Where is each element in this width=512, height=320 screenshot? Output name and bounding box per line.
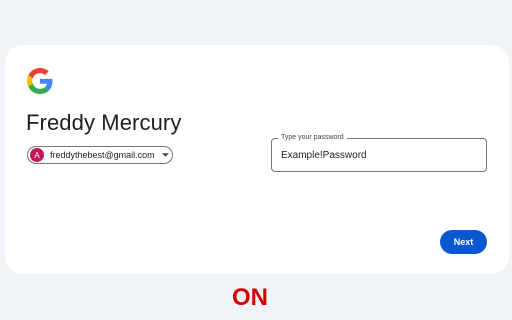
next-button[interactable]: Next xyxy=(440,230,487,254)
avatar: A xyxy=(30,148,44,162)
account-email: freddythebest@gmail.com xyxy=(50,150,155,160)
signin-card: Freddy Mercury A freddythebest@gmail.com… xyxy=(5,45,509,274)
account-chooser[interactable]: A freddythebest@gmail.com xyxy=(27,146,173,164)
password-input[interactable] xyxy=(272,139,486,171)
status-label: ON xyxy=(232,284,268,311)
account-display-name: Freddy Mercury xyxy=(26,110,182,135)
caret-down-icon xyxy=(161,153,169,157)
google-logo-icon xyxy=(27,68,53,94)
password-field[interactable]: Type your password xyxy=(271,133,487,172)
